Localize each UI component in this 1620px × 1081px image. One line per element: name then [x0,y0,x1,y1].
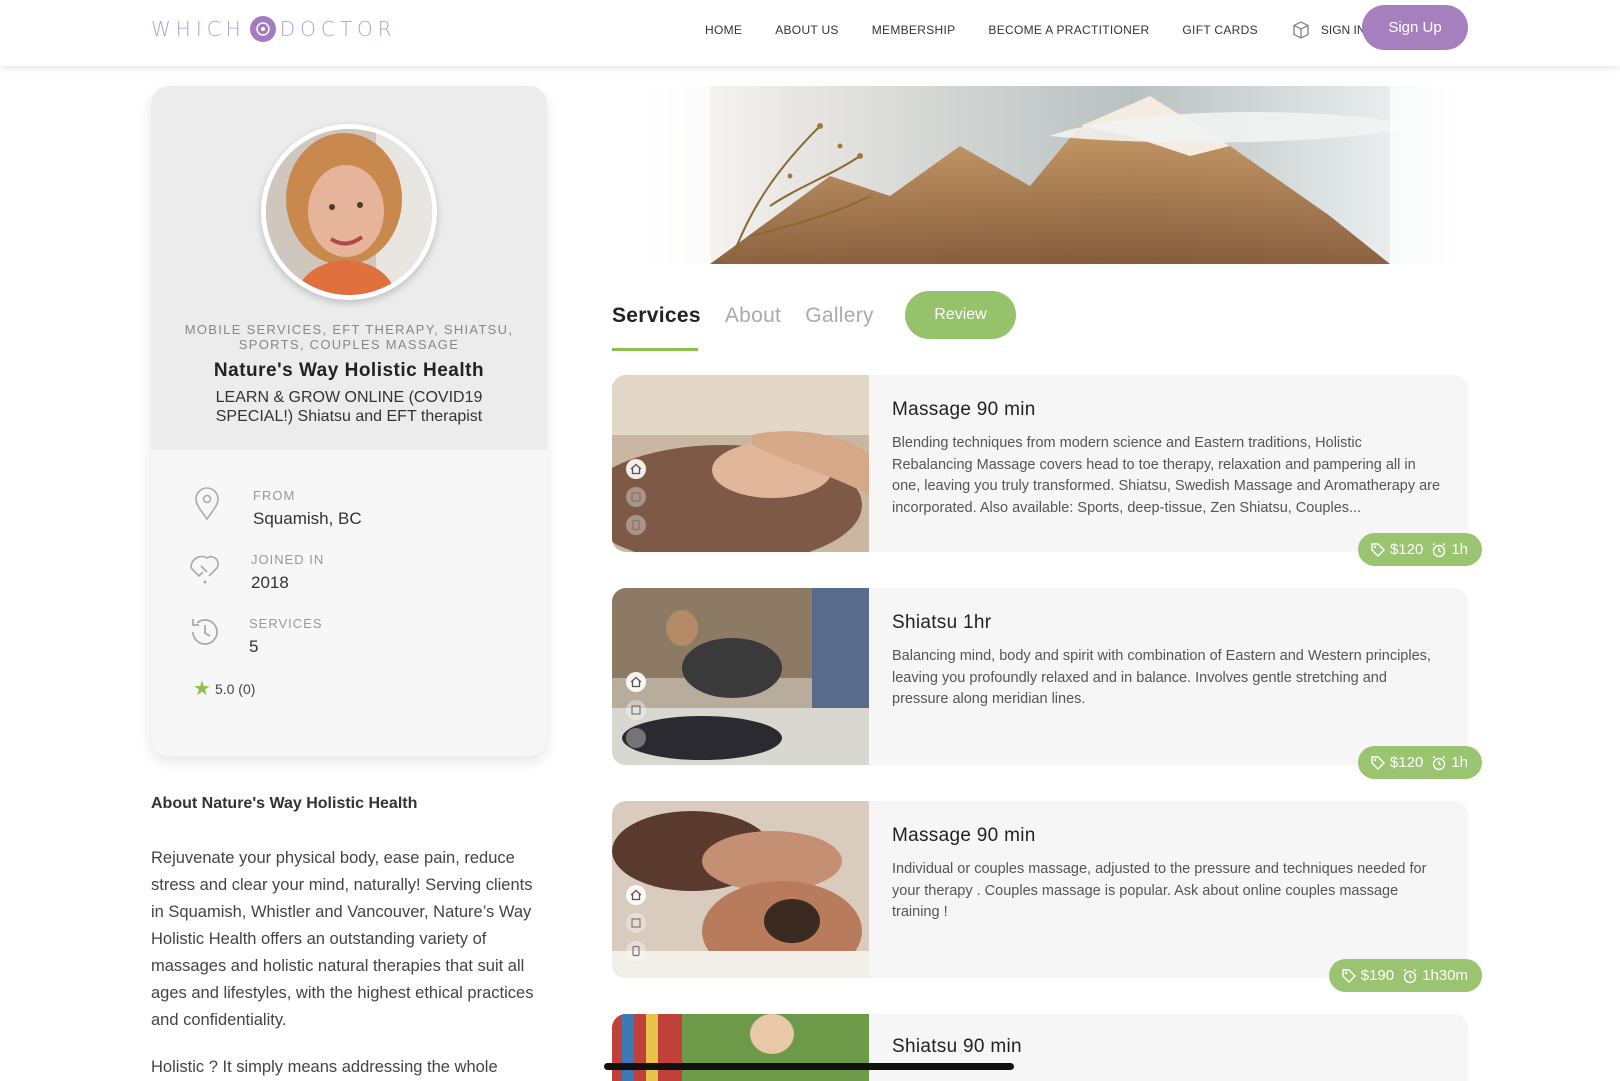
business-name: Nature's Way Holistic Health [213,360,485,381]
clinic-icon [626,487,646,507]
top-header: WHICH DOCTOR HOME ABOUT US MEMBERSHIP BE… [0,0,1620,66]
from-value: Squamish, BC [253,509,362,528]
joined-value: 2018 [251,573,289,592]
logo[interactable]: WHICH DOCTOR [151,14,397,44]
star-icon: ★ [193,678,211,700]
service-mode-icons [626,885,646,969]
logo-text-left: WHICH [151,17,246,41]
rating: ★ 5.0 (0) [193,676,255,701]
service-image [612,1014,869,1081]
service-price: $120 [1389,754,1424,771]
services-value: 5 [249,637,259,656]
joined-label: JOINED IN [251,552,325,567]
price-badge: $190 1h30m [1328,959,1482,992]
nav-home[interactable]: HOME [705,23,742,37]
online-icon [626,728,646,748]
price-badge: $120 1h [1357,533,1482,566]
online-icon [626,515,646,535]
from-label: FROM [253,488,296,503]
profile-tabs: Services About Gallery [612,292,898,340]
service-duration: 1h [1451,754,1468,771]
about-paragraph-2: Holistic ? It simply means addressing th… [151,1058,498,1076]
review-button[interactable]: Review [905,291,1016,339]
signin-link[interactable]: SIGN IN [1291,20,1366,40]
nav-about-us[interactable]: ABOUT US [775,23,839,37]
clinic-icon [626,700,646,720]
service-title: Massage 90 min [892,825,1036,846]
nav-membership[interactable]: MEMBERSHIP [872,23,956,37]
alarm-clock-icon [1432,755,1446,770]
price-badge: $120 1h [1357,746,1482,779]
logo-mark-icon [249,16,276,42]
service-card[interactable]: Shiatsu 1hr Balancing mind, body and spi… [612,588,1482,779]
tab-services[interactable]: Services [612,304,701,328]
alarm-clock-icon [1432,542,1446,557]
profile-card: MOBILE SERVICES, EFT THERAPY, SHIATSU, S… [151,86,547,756]
service-title: Massage 90 min [892,399,1036,420]
service-description: Individual or couples massage, adjusted … [892,861,1427,920]
horizontal-scrollbar[interactable] [604,1063,1014,1070]
tab-about[interactable]: About [725,304,781,328]
tab-gallery[interactable]: Gallery [805,304,874,328]
services-label: SERVICES [249,616,323,631]
online-icon [626,941,646,961]
alarm-clock-icon [1403,968,1417,983]
info-services: SERVICES 5 [187,614,323,657]
handshake-icon [190,555,219,584]
service-title: Shiatsu 90 min [892,1036,1022,1057]
active-tab-indicator [612,348,698,351]
home-icon [626,672,646,692]
service-card[interactable]: Massage 90 min Blending techniques from … [612,375,1482,566]
service-card[interactable]: Shiatsu 90 min [612,1014,1468,1081]
avatar [261,124,437,300]
logo-text-right: DOCTOR [279,17,397,41]
service-card[interactable]: Massage 90 min Individual or couples mas… [612,801,1482,992]
nav-become-practitioner[interactable]: BECOME A PRACTITIONER [988,23,1149,37]
info-joined: JOINED IN 2018 [187,550,324,593]
cube-icon [1293,21,1309,39]
service-mode-icons [626,672,646,756]
price-tag-icon [1371,755,1385,770]
service-title: Shiatsu 1hr [892,612,992,633]
service-description: Blending techniques from modern science … [892,435,1441,516]
service-mode-icons [626,459,646,543]
cover-banner [630,86,1468,264]
service-duration: 1h [1451,541,1468,558]
signin-label: SIGN IN [1320,23,1366,37]
nav-gift-cards[interactable]: GIFT CARDS [1182,23,1257,37]
service-image [612,801,869,978]
home-icon [626,459,646,479]
clinic-icon [626,913,646,933]
service-price: $190 [1360,967,1395,984]
history-icon [192,619,218,645]
price-tag-icon [1342,968,1356,983]
business-tagline: LEARN & GROW ONLINE (COVID19 SPECIAL!) S… [215,389,483,425]
rating-value: 5.0 (0) [214,680,256,697]
location-pin-icon [195,487,219,521]
service-duration: 1h30m [1422,967,1468,984]
service-price: $120 [1389,541,1424,558]
home-icon [626,885,646,905]
info-from: FROM Squamish, BC [189,486,362,529]
main-nav: HOME ABOUT US MEMBERSHIP BECOME A PRACTI… [705,20,1366,40]
service-image [612,588,869,765]
profile-tags: MOBILE SERVICES, EFT THERAPY, SHIATSU, S… [184,322,514,352]
about-title: About Nature's Way Holistic Health [151,795,418,812]
about-paragraph-1: Rejuvenate your physical body, ease pain… [151,849,534,1029]
service-image [612,375,869,552]
signup-button[interactable]: Sign Up [1362,5,1468,50]
service-description: Balancing mind, body and spirit with com… [892,648,1431,707]
price-tag-icon [1371,542,1385,557]
